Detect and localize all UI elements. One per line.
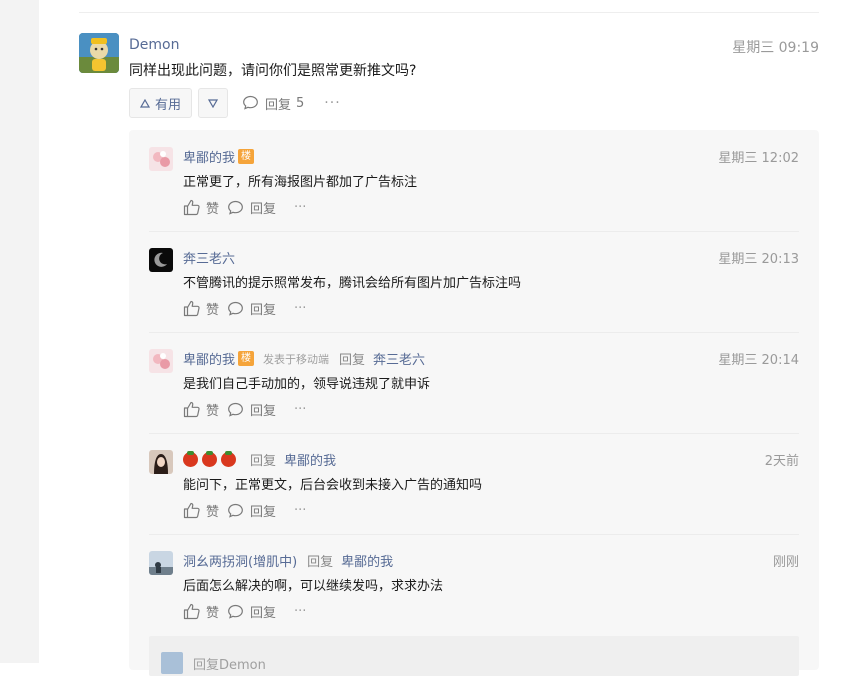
more-button[interactable]: ··· xyxy=(294,604,306,619)
reply-header: 卑鄙的我 楼 xyxy=(183,147,255,166)
comment-text: 同样出现此问题，请问你们是照常更新推文吗? xyxy=(129,63,417,79)
tomato-emoji xyxy=(202,451,217,467)
comment-actions: 有用 回复 5 ··· xyxy=(129,88,341,118)
more-button[interactable]: ··· xyxy=(324,95,340,111)
timestamp: 星期三 20:14 xyxy=(718,353,799,368)
avatar[interactable] xyxy=(149,450,173,474)
reply-actions: 赞 回复 ··· xyxy=(183,501,306,520)
reply-actions: 赞 回复 ··· xyxy=(183,299,306,318)
comment-bubble-icon[interactable] xyxy=(227,503,244,519)
reply-to-label: 回复 xyxy=(339,353,366,368)
reply-text: 正常更了，所有海报图片都加了广告标注 xyxy=(183,175,418,190)
thumb-up-icon[interactable] xyxy=(183,502,201,519)
reply-target[interactable]: 卑鄙的我 xyxy=(341,551,393,570)
reply-input-placeholder: 回复Demon xyxy=(193,658,266,673)
divider xyxy=(79,12,819,13)
more-button[interactable]: ··· xyxy=(294,301,306,316)
avatar[interactable] xyxy=(149,551,173,575)
author-name[interactable]: 奔三老六 xyxy=(183,248,235,267)
reply-count: 5 xyxy=(296,95,305,111)
reply-item: 卑鄙的我 楼 发表于移动端 回复 奔三老六 星期三 20:14 是我们自己手动加… xyxy=(149,332,799,434)
reply-actions: 赞 回复 ··· xyxy=(183,602,306,621)
avatar[interactable] xyxy=(149,147,173,171)
reply-header: 洞幺两拐洞(增肌中) 回复 卑鄙的我 xyxy=(183,551,393,570)
op-badge: 楼 xyxy=(238,351,255,366)
timestamp: 星期三 09:19 xyxy=(732,40,819,56)
reply-item: 回复 卑鄙的我 2天前 能问下，正常更文，后台会收到未接入广告的通知吗 赞 回复… xyxy=(149,433,799,535)
reply-text: 是我们自己手动加的，领导说违规了就申诉 xyxy=(183,377,431,392)
tomato-emoji xyxy=(221,451,236,467)
avatar[interactable] xyxy=(149,349,173,373)
reply-to-label: 回复 xyxy=(250,454,277,469)
reply-text: 后面怎么解决的啊，可以继续发吗，求求办法 xyxy=(183,579,444,594)
triangle-down-icon xyxy=(208,98,218,108)
tomato-emoji xyxy=(183,451,198,467)
thumb-up-icon[interactable] xyxy=(183,603,201,620)
reply-item: 奔三老六 星期三 20:13 不管腾讯的提示照常发布，腾讯会给所有图片加广告标注… xyxy=(149,231,799,333)
thumb-up-icon[interactable] xyxy=(183,199,201,216)
like-label[interactable]: 赞 xyxy=(206,602,219,621)
reply-label[interactable]: 回复 xyxy=(250,501,276,520)
reply-text: 能问下，正常更文，后台会收到未接入广告的通知吗 xyxy=(183,478,483,493)
reply-label: 回复 xyxy=(265,97,292,113)
timestamp: 刚刚 xyxy=(772,555,799,570)
like-label[interactable]: 赞 xyxy=(206,400,219,419)
like-label[interactable]: 赞 xyxy=(206,198,219,217)
reply-actions: 赞 回复 ··· xyxy=(183,198,306,217)
reply-target[interactable]: 卑鄙的我 xyxy=(284,450,336,469)
more-button[interactable]: ··· xyxy=(294,402,306,417)
comment-bubble-icon[interactable] xyxy=(227,402,244,418)
timestamp: 星期三 20:13 xyxy=(718,252,799,267)
like-label[interactable]: 赞 xyxy=(206,501,219,520)
left-gutter xyxy=(0,0,39,663)
reply-label[interactable]: 回复 xyxy=(250,602,276,621)
op-badge: 楼 xyxy=(238,149,255,164)
useful-button[interactable]: 有用 xyxy=(129,88,192,118)
reply-label[interactable]: 回复 xyxy=(250,198,276,217)
comment-bubble-icon[interactable] xyxy=(227,301,244,317)
reply-label[interactable]: 回复 xyxy=(250,299,276,318)
reply-to-label: 回复 xyxy=(307,555,334,570)
comment-bubble-icon[interactable] xyxy=(227,200,244,216)
comment-bubble-icon xyxy=(243,95,258,110)
reply-header: 奔三老六 xyxy=(183,248,235,267)
reply-text: 不管腾讯的提示照常发布，腾讯会给所有图片加广告标注吗 xyxy=(183,276,522,291)
author-name[interactable]: 洞幺两拐洞(增肌中) xyxy=(183,551,297,570)
more-button[interactable]: ··· xyxy=(294,200,306,215)
like-label[interactable]: 赞 xyxy=(206,299,219,318)
comment-bubble-icon[interactable] xyxy=(227,604,244,620)
thumb-up-icon[interactable] xyxy=(183,300,201,317)
author-name[interactable]: 卑鄙的我 xyxy=(183,147,235,166)
avatar[interactable] xyxy=(149,248,173,272)
reply-target[interactable]: 奔三老六 xyxy=(373,349,425,368)
reply-label[interactable]: 回复 xyxy=(250,400,276,419)
avatar xyxy=(161,652,183,674)
reply-item: 洞幺两拐洞(增肌中) 回复 卑鄙的我 刚刚 后面怎么解决的啊，可以继续发吗，求求… xyxy=(149,534,799,635)
author-name[interactable]: 卑鄙的我 xyxy=(183,349,235,368)
more-button[interactable]: ··· xyxy=(294,503,306,518)
reply-input-box[interactable]: 回复Demon xyxy=(149,636,799,676)
triangle-up-icon xyxy=(139,98,150,108)
reply-header: 卑鄙的我 楼 发表于移动端 回复 奔三老六 xyxy=(183,349,425,368)
avatar[interactable] xyxy=(79,33,119,73)
useful-label: 有用 xyxy=(154,97,181,113)
timestamp: 2天前 xyxy=(764,454,799,469)
device-source: 发表于移动端 xyxy=(263,352,330,366)
reply-header: 回复 卑鄙的我 xyxy=(183,450,336,469)
timestamp: 星期三 12:02 xyxy=(718,151,799,166)
reply-item: 卑鄙的我 楼 星期三 12:02 正常更了，所有海报图片都加了广告标注 赞 回复… xyxy=(149,130,799,232)
replies-panel: 卑鄙的我 楼 星期三 12:02 正常更了，所有海报图片都加了广告标注 赞 回复… xyxy=(129,130,819,676)
reply-actions: 赞 回复 ··· xyxy=(183,400,306,419)
not-useful-button[interactable] xyxy=(198,88,228,118)
author-name[interactable]: Demon xyxy=(129,37,179,53)
thumb-up-icon[interactable] xyxy=(183,401,201,418)
reply-button[interactable]: 回复 5 xyxy=(242,94,304,113)
